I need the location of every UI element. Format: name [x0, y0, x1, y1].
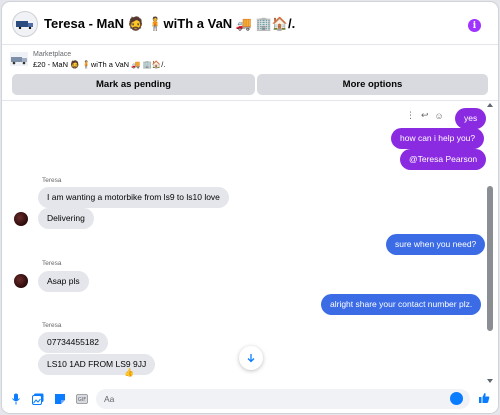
message-bubble[interactable]: LS10 1AD FROM LS9 9JJ — [38, 354, 156, 375]
message-bubble[interactable]: I am wanting a motorbike from ls9 to ls1… — [38, 187, 229, 208]
more-icon[interactable]: ⋮ — [406, 110, 415, 121]
message-bubble[interactable]: how can i help you? — [391, 128, 485, 149]
info-icon[interactable]: i — [468, 19, 481, 32]
marketplace-label: Marketplace — [33, 51, 72, 58]
svg-text:GIF: GIF — [78, 397, 86, 403]
message-actions: ⋮ ↩ ☺ — [406, 110, 444, 121]
scroll-to-bottom-button[interactable] — [239, 346, 263, 370]
scrollbar[interactable] — [486, 101, 494, 386]
sender-name: Teresa — [42, 260, 62, 267]
gif-icon[interactable]: GIF — [76, 393, 88, 405]
message-bubble[interactable]: @Teresa Pearson — [400, 149, 487, 170]
react-icon[interactable]: ☺ — [435, 111, 444, 121]
gallery-icon[interactable] — [32, 393, 44, 405]
message-input[interactable]: Aa — [96, 389, 470, 409]
scroll-up-icon[interactable] — [487, 103, 493, 107]
message-bubble[interactable]: 07734455182 — [38, 332, 109, 353]
scrollbar-thumb[interactable] — [487, 186, 493, 331]
more-options-button[interactable]: More options — [257, 74, 488, 95]
scroll-down-arrow-icon — [247, 354, 255, 363]
avatar[interactable] — [14, 274, 28, 288]
scroll-down-icon[interactable] — [487, 379, 493, 383]
message-bubble[interactable]: yes — [455, 108, 487, 129]
chat-window: Teresa - MaN 🧔 🧍wiTh a VaN 🚚 🏢🏠/. i Mark… — [2, 2, 498, 413]
message-bubble[interactable]: sure when you need? — [386, 234, 486, 255]
sticker-icon[interactable] — [54, 393, 66, 405]
composer: GIF Aa — [2, 385, 498, 413]
listing-thumbnail[interactable] — [10, 52, 28, 66]
van-icon — [16, 21, 33, 29]
listing-title[interactable]: £20 - MaN 🧔 🧍wiTh a VaN 🚚 🏢🏠/. — [33, 60, 165, 69]
sender-name: Teresa — [42, 322, 62, 329]
message-bubble[interactable]: alright share your contact number plz. — [321, 294, 482, 315]
thumbs-up-reaction[interactable]: 👍 — [124, 368, 134, 377]
reply-icon[interactable]: ↩ — [421, 110, 429, 121]
marketplace-panel: Marketplace £20 - MaN 🧔 🧍wiTh a VaN 🚚 🏢🏠… — [2, 46, 498, 101]
emoji-icon[interactable] — [450, 392, 463, 405]
chat-title[interactable]: Teresa - MaN 🧔 🧍wiTh a VaN 🚚 🏢🏠/. — [44, 16, 295, 32]
message-list[interactable]: ⋮ ↩ ☺ yes how can i help you? @Teresa Pe… — [2, 102, 498, 384]
like-icon[interactable] — [478, 392, 490, 404]
message-bubble[interactable]: Delivering — [38, 208, 94, 229]
chat-avatar[interactable] — [12, 11, 38, 37]
chat-header: Teresa - MaN 🧔 🧍wiTh a VaN 🚚 🏢🏠/. i — [2, 2, 498, 45]
avatar[interactable] — [14, 212, 28, 226]
microphone-icon[interactable] — [10, 393, 22, 405]
mark-as-pending-button[interactable]: Mark as pending — [12, 74, 255, 95]
message-bubble[interactable]: Asap pls — [38, 271, 89, 292]
sender-name: Teresa — [42, 177, 62, 184]
